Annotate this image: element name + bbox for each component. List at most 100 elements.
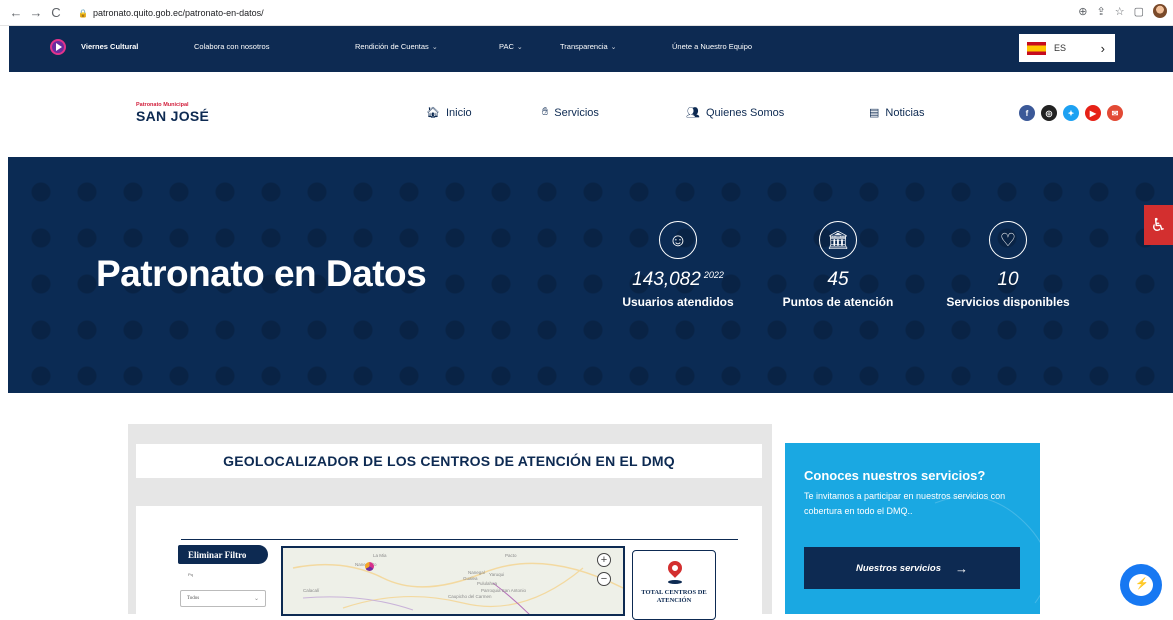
page-title: Patronato en Datos (96, 253, 427, 294)
instagram-icon[interactable]: ◎ (1041, 105, 1057, 121)
topbar-transparencia-label: Transparencia (560, 42, 608, 51)
our-services-button[interactable]: Nuestros servicios → (804, 547, 1020, 589)
stat-usuarios: ☺ 143,082 2022 Usuarios atendidos (618, 221, 738, 309)
chevron-down-icon: ⌄ (516, 44, 523, 51)
nav-label: Quienes Somos (705, 106, 785, 119)
language-code: ES (1054, 43, 1067, 53)
map-place-label: Nanegal (468, 570, 485, 575)
services-promo-card: Conoces nuestros servicios? Te invitamos… (785, 443, 1040, 614)
chevron-down-icon: ⌄ (253, 596, 259, 602)
services-description: Te invitamos a participar en nuestros se… (804, 491, 1006, 516)
heart-icon: ♡ (989, 221, 1027, 259)
play-icon[interactable] (50, 39, 66, 55)
youtube-icon[interactable]: ▶ (1085, 105, 1101, 121)
stat-servicios: ♡ 10 Servicios disponibles (938, 221, 1078, 309)
reload-icon[interactable]: C (46, 5, 66, 20)
topbar-viernes-cultural[interactable]: Viernes Cultural (81, 42, 138, 51)
topbar-transparencia[interactable]: Transparencia ⌄ (560, 42, 617, 51)
button-label: Nuestros servicios (855, 562, 941, 574)
map-place-label: Parroquia San Antonio (481, 588, 527, 593)
stat-label: Servicios disponibles (946, 295, 1070, 309)
nav-label: Servicios (554, 106, 599, 119)
total-centers-label: TOTAL CENTROS DE ATENCIÓN (641, 589, 707, 604)
sidebar-icon[interactable]: ▢ (1134, 5, 1144, 18)
spain-flag-icon (1027, 41, 1046, 55)
stat-puntos: 🏛︎ 45 Puntos de atención (778, 221, 898, 309)
map-place-label: Pululahua (477, 581, 498, 586)
url-text: patronato.quito.gob.ec/patronato-en-dato… (92, 8, 264, 18)
map-place-label: Yaruqui (489, 572, 505, 577)
nav-label: Inicio (445, 106, 472, 119)
geolocator-title: GEOLOCALIZADOR DE LOS CENTROS DE ATENCIÓ… (136, 444, 762, 478)
stat-label: Puntos de atención (782, 295, 894, 309)
stat-value: 45 (827, 269, 849, 290)
geolocator-panel: GEOLOCALIZADOR DE LOS CENTROS DE ATENCIÓ… (128, 424, 772, 620)
home-icon: 🏠︎ (426, 107, 440, 119)
zoom-in-icon[interactable]: + (597, 553, 611, 567)
map-place-label: Calacalí (303, 588, 320, 593)
profile-avatar[interactable] (1153, 4, 1167, 18)
nav-noticias[interactable]: ▤ Noticias (869, 106, 925, 120)
chevron-down-icon: ⌄ (431, 44, 438, 51)
filter-label: Pq (188, 572, 193, 577)
map-marker[interactable] (365, 562, 374, 571)
star-icon[interactable]: ☆ (1115, 5, 1125, 18)
language-selector[interactable]: ES › (1019, 34, 1115, 62)
nav-quienes-somos[interactable]: 👥︎ Quienes Somos (686, 106, 785, 120)
parish-select[interactable]: Todos ⌄ (180, 590, 266, 607)
social-links: f ◎ ✦ ▶ ✉ (1019, 105, 1123, 121)
topbar-pac-label: PAC (499, 42, 514, 51)
topbar-pac[interactable]: PAC ⌄ (499, 42, 523, 51)
map-roads (292, 562, 623, 614)
nav-inicio[interactable]: 🏠︎ Inicio (426, 106, 472, 120)
services-title: Conoces nuestros servicios? (804, 468, 986, 483)
hero-banner: Patronato en Datos ☺ 143,082 2022 Usuario… (8, 157, 1173, 393)
topbar-rendicion-cuentas[interactable]: Rendición de Cuentas ⌄ (355, 42, 438, 51)
forward-icon[interactable]: → (26, 5, 46, 20)
users-outline-icon: ☺ (659, 221, 697, 259)
geolocator-dashboard: Eliminar Filtro Pq Todos ⌄ La Mia Nanega… (136, 506, 762, 620)
messenger-chat-icon[interactable] (1120, 564, 1162, 606)
nav-label: Noticias (885, 106, 925, 119)
address-bar[interactable]: 🔒 patronato.quito.gob.ec/patronato-en-da… (78, 4, 1138, 22)
messenger-bubble (1129, 574, 1153, 596)
arrow-right-icon: → (955, 560, 968, 576)
nav-servicios[interactable]: ✋︎ Servicios (542, 106, 599, 119)
map-place-label: La Mia (373, 553, 387, 558)
accessibility-icon[interactable]: ♿︎ (1144, 205, 1173, 245)
topbar-colabora[interactable]: Colabora con nosotros (194, 42, 269, 51)
stat-year: 2022 (703, 269, 724, 280)
top-bar: Viernes Cultural Colabora con nosotros R… (9, 26, 1173, 72)
email-icon[interactable]: ✉ (1107, 105, 1123, 121)
site-header: Patronato Municipal SAN JOSÉ 🏠︎ Inicio ✋… (0, 72, 1173, 157)
topbar-rendicion-label: Rendición de Cuentas (355, 42, 429, 51)
zoom-icon[interactable]: ⊕ (1078, 5, 1087, 18)
pin-base (668, 580, 682, 584)
topbar-unete[interactable]: Únete a Nuestro Equipo (672, 42, 752, 51)
divider (181, 539, 738, 540)
share-icon[interactable]: ⇪ (1097, 5, 1106, 18)
stat-value: 143,082 2022 (618, 269, 738, 291)
stat-value: 10 (997, 269, 1019, 290)
browser-toolbar: ← → C 🔒 patronato.quito.gob.ec/patronato… (0, 0, 1173, 26)
chevron-right-icon: › (1100, 40, 1105, 56)
newspaper-icon: ▤ (869, 107, 880, 119)
stat-number: 143,082 (632, 269, 701, 290)
building-icon: 🏛︎ (819, 221, 857, 259)
users-icon: 👥︎ (686, 107, 700, 119)
map-place-label: Caupicho del Carmen (448, 594, 492, 599)
chevron-down-icon: ⌄ (610, 44, 617, 51)
stat-label: Usuarios atendidos (622, 295, 734, 309)
hand-icon: ✋︎ (542, 106, 549, 118)
back-icon[interactable]: ← (6, 5, 26, 20)
total-centers-card: TOTAL CENTROS DE ATENCIÓN (632, 550, 716, 620)
clear-filter-button[interactable]: Eliminar Filtro (178, 545, 268, 564)
facebook-icon[interactable]: f (1019, 105, 1035, 121)
zoom-out-icon[interactable]: − (597, 572, 611, 586)
select-value: Todos (187, 596, 200, 601)
lock-icon: 🔒 (78, 8, 88, 18)
map-view[interactable]: La Mia Nanegalito Pacto Nanegal Yaruqui … (281, 546, 625, 616)
map-place-label: Pacto (505, 553, 517, 558)
logo[interactable]: SAN JOSÉ (136, 108, 209, 124)
twitter-icon[interactable]: ✦ (1063, 105, 1079, 121)
